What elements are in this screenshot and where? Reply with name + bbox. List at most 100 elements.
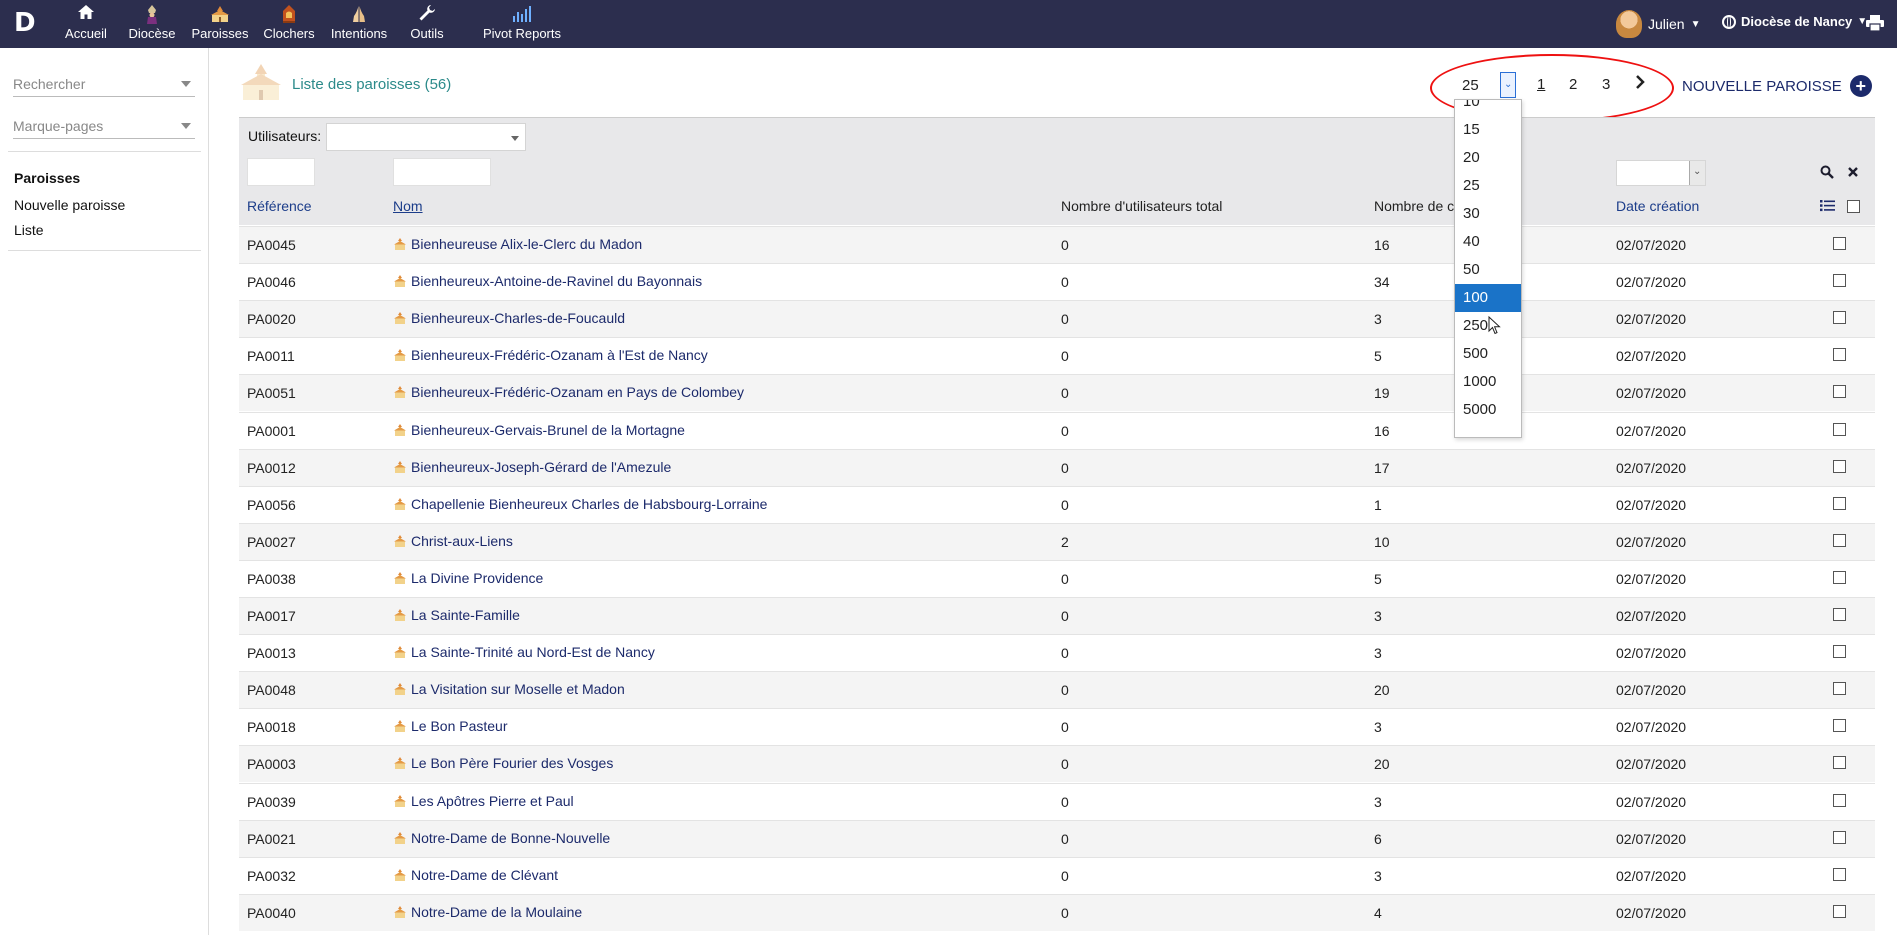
users-filter-select[interactable] <box>326 123 526 151</box>
row-checkbox[interactable] <box>1833 459 1846 473</box>
page-size-option[interactable]: 40 <box>1455 228 1521 256</box>
parish-name-link[interactable]: La Sainte-Famille <box>393 607 520 623</box>
nav-clochers[interactable]: Clochers <box>263 4 315 46</box>
parish-name-link[interactable]: Bienheureux-Gervais-Brunel de la Mortagn… <box>393 422 685 438</box>
row-checkbox[interactable] <box>1833 719 1846 733</box>
table-row[interactable]: PA0046 Bienheureux-Antoine-de-Ravinel du … <box>239 263 1875 301</box>
row-checkbox[interactable] <box>1833 385 1846 399</box>
parish-name-link[interactable]: Le Bon Père Fourier des Vosges <box>393 755 613 771</box>
search-icon[interactable] <box>1820 165 1834 182</box>
nav-outils[interactable]: Outils <box>407 4 447 46</box>
page-size-option[interactable]: 25 <box>1455 172 1521 200</box>
parish-name-link[interactable]: Les Apôtres Pierre et Paul <box>393 793 574 809</box>
row-checkbox[interactable] <box>1833 645 1846 659</box>
parish-name-link[interactable]: Bienheureux-Joseph-Gérard de l'Amezule <box>393 459 671 475</box>
table-row[interactable]: PA0001 Bienheureux-Gervais-Brunel de la M… <box>239 411 1875 449</box>
row-checkbox[interactable] <box>1833 237 1846 250</box>
table-row[interactable]: PA0018 Le Bon Pasteur 0 3 02/07/2020 <box>239 708 1875 746</box>
table-row[interactable]: PA0021 Notre-Dame de Bonne-Nouvelle 0 6 02/0… <box>239 819 1875 857</box>
nav-accueil[interactable]: Accueil <box>64 4 108 46</box>
table-row[interactable]: PA0003 Le Bon Père Fourier des Vosges 0 20 0… <box>239 745 1875 783</box>
row-checkbox[interactable] <box>1833 904 1846 918</box>
parish-name-link[interactable]: Bienheureuse Alix-le-Clerc du Madon <box>393 236 642 252</box>
reference-filter-input[interactable] <box>247 158 315 186</box>
nav-intentions[interactable]: Intentions <box>329 4 389 46</box>
sidebar-link-liste[interactable]: Liste <box>14 222 44 238</box>
nav-paroisses[interactable]: Paroisses <box>190 4 250 46</box>
parish-name-link[interactable]: Chapellenie Bienheureux Charles de Habsb… <box>393 496 767 512</box>
parish-name-link[interactable]: Notre-Dame de Clévant <box>393 867 558 883</box>
page-size-dropdown-button[interactable]: ⌄ <box>1500 72 1516 98</box>
parish-name-link[interactable]: La Visitation sur Moselle et Madon <box>393 681 625 697</box>
app-logo[interactable]: D <box>14 10 40 36</box>
page-link-2[interactable]: 2 <box>1569 76 1577 93</box>
page-size-option[interactable]: 5000 <box>1455 396 1521 424</box>
table-row[interactable]: PA0056 Chapellenie Bienheureux Charles de… <box>239 485 1875 523</box>
table-row[interactable]: PA0012 Bienheureux-Joseph-Gérard de l'Ame… <box>239 448 1875 486</box>
nav-diocese[interactable]: Diocèse <box>128 4 176 46</box>
row-checkbox[interactable] <box>1833 830 1846 844</box>
row-checkbox[interactable] <box>1833 496 1846 510</box>
page-size-option[interactable]: 15 <box>1455 116 1521 144</box>
parish-name-link[interactable]: Bienheureux-Charles-de-Foucauld <box>393 310 625 326</box>
row-checkbox[interactable] <box>1833 348 1846 362</box>
table-row[interactable]: PA0011 Bienheureux-Frédéric-Ozanam à l'Es… <box>239 337 1875 375</box>
table-row[interactable]: PA0020 Bienheureux-Charles-de-Foucauld 0 3 0… <box>239 300 1875 338</box>
select-all-checkbox[interactable] <box>1847 200 1860 213</box>
table-row[interactable]: PA0038 La Divine Providence 0 5 02/07/2020 <box>239 559 1875 597</box>
table-row[interactable]: PA0039 Les Apôtres Pierre et Paul 0 3 02/07/… <box>239 782 1875 820</box>
print-icon[interactable] <box>1866 15 1884 32</box>
page-size-option[interactable]: 250 <box>1455 312 1521 340</box>
parish-name-link[interactable]: Christ-aux-Liens <box>393 533 513 549</box>
page-size-select[interactable]: 25 ⌄ <box>1454 72 1516 98</box>
parish-name-link[interactable]: La Divine Providence <box>393 570 543 586</box>
date-filter-dropdown-button[interactable]: ⌄ <box>1689 161 1705 185</box>
page-link-3[interactable]: 3 <box>1602 76 1610 93</box>
row-checkbox[interactable] <box>1833 867 1846 881</box>
table-row[interactable]: PA0013 La Sainte-Trinité au Nord-Est de N… <box>239 634 1875 672</box>
new-parish-button[interactable]: NOUVELLE PAROISSE + <box>1682 75 1872 97</box>
nav-pivot-reports[interactable]: Pivot Reports <box>466 4 578 46</box>
row-checkbox[interactable] <box>1833 274 1846 288</box>
parish-name-link[interactable]: Le Bon Pasteur <box>393 718 508 734</box>
date-filter-select[interactable]: ⌄ <box>1616 160 1706 186</box>
column-header-reference[interactable]: Référence <box>247 198 312 214</box>
table-row[interactable]: PA0017 La Sainte-Famille 0 3 02/07/2020 <box>239 597 1875 634</box>
next-page-arrow-icon[interactable] <box>1634 74 1646 95</box>
parish-name-link[interactable]: Notre-Dame de Bonne-Nouvelle <box>393 830 610 846</box>
column-header-nom[interactable]: Nom <box>393 198 423 214</box>
page-size-option[interactable]: 30 <box>1455 200 1521 228</box>
name-filter-input[interactable] <box>393 158 491 186</box>
row-checkbox[interactable] <box>1833 793 1846 807</box>
user-menu[interactable]: Julien ▼ <box>1616 8 1701 40</box>
row-checkbox[interactable] <box>1833 570 1846 584</box>
page-size-option[interactable]: 50 <box>1455 256 1521 284</box>
row-checkbox[interactable] <box>1833 682 1846 696</box>
row-checkbox[interactable] <box>1833 311 1846 325</box>
columns-list-icon[interactable] <box>1820 199 1835 215</box>
page-size-option[interactable]: 10 <box>1455 100 1521 116</box>
parish-name-link[interactable]: Bienheureux-Frédéric-Ozanam en Pays de C… <box>393 384 744 400</box>
sidebar-search-select[interactable]: Rechercher <box>13 71 195 97</box>
row-checkbox[interactable] <box>1833 756 1846 770</box>
parish-name-link[interactable]: Bienheureux-Frédéric-Ozanam à l'Est de N… <box>393 347 708 363</box>
page-size-option[interactable]: 1000 <box>1455 368 1521 396</box>
table-row[interactable]: PA0040 Notre-Dame de la Moulaine 0 4 02/07/2… <box>239 893 1875 931</box>
row-checkbox[interactable] <box>1833 422 1846 436</box>
diocese-menu[interactable]: Diocèse de Nancy ▼ <box>1722 14 1867 29</box>
sidebar-link-nouvelle-paroisse[interactable]: Nouvelle paroisse <box>14 197 125 213</box>
table-row[interactable]: PA0048 La Visitation sur Moselle et Madon… <box>239 671 1875 709</box>
clear-filter-icon[interactable] <box>1847 165 1859 181</box>
parish-name-link[interactable]: Notre-Dame de la Moulaine <box>393 904 582 920</box>
page-size-option[interactable]: 500 <box>1455 340 1521 368</box>
table-row[interactable]: PA0032 Notre-Dame de Clévant 0 3 02/07/2020 <box>239 856 1875 894</box>
column-header-date-creation[interactable]: Date création <box>1616 198 1699 214</box>
parish-name-link[interactable]: La Sainte-Trinité au Nord-Est de Nancy <box>393 644 655 660</box>
sidebar-bookmarks-select[interactable]: Marque-pages <box>13 113 195 139</box>
page-link-1[interactable]: 1 <box>1537 76 1545 93</box>
table-row[interactable]: PA0051 Bienheureux-Frédéric-Ozanam en Pay… <box>239 374 1875 412</box>
table-row[interactable]: PA0027 Christ-aux-Liens 2 10 02/07/2020 <box>239 522 1875 560</box>
table-row[interactable]: PA0045 Bienheureuse Alix-le-Clerc du Mado… <box>239 226 1875 263</box>
parish-name-link[interactable]: Bienheureux-Antoine-de-Ravinel du Bayonn… <box>393 273 702 289</box>
page-size-option[interactable]: 100 <box>1455 284 1521 312</box>
